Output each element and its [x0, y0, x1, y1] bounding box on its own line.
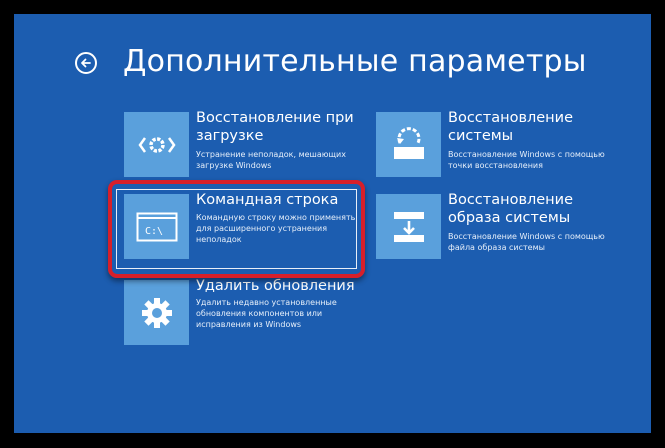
option-system-image-recovery[interactable]: Восстановление образа системы Восстановл…: [376, 192, 624, 266]
option-startup-repair[interactable]: Восстановление при загрузке Устранение н…: [124, 110, 372, 184]
option-description: Восстановление Windows с помощью точки в…: [448, 150, 605, 170]
back-button[interactable]: [75, 52, 97, 74]
back-arrow-icon: [81, 58, 91, 68]
option-title: Восстановление образа системы: [448, 192, 574, 226]
recovery-screen: Дополнительные параметры Восстановление …: [14, 14, 651, 433]
option-description: Восстановление Windows с помощью файла о…: [448, 232, 605, 252]
system-image-icon: [376, 194, 441, 259]
startup-repair-icon: [124, 112, 189, 177]
highlight-frame: [108, 180, 365, 278]
option-system-restore[interactable]: Восстановление системы Восстановление Wi…: [376, 110, 624, 184]
option-description: Удалить недавно установленные обновления…: [196, 298, 337, 329]
option-title: Удалить обновления: [196, 278, 355, 294]
option-title: Восстановление системы: [448, 110, 574, 144]
gear-icon: [124, 280, 189, 345]
option-title: Восстановление при загрузке: [196, 110, 354, 144]
option-description: Устранение неполадок, мешающих загрузке …: [196, 150, 346, 170]
option-uninstall-updates[interactable]: Удалить обновления Удалить недавно устан…: [124, 278, 372, 352]
page-title: Дополнительные параметры: [123, 44, 587, 79]
system-restore-icon: [376, 112, 441, 177]
